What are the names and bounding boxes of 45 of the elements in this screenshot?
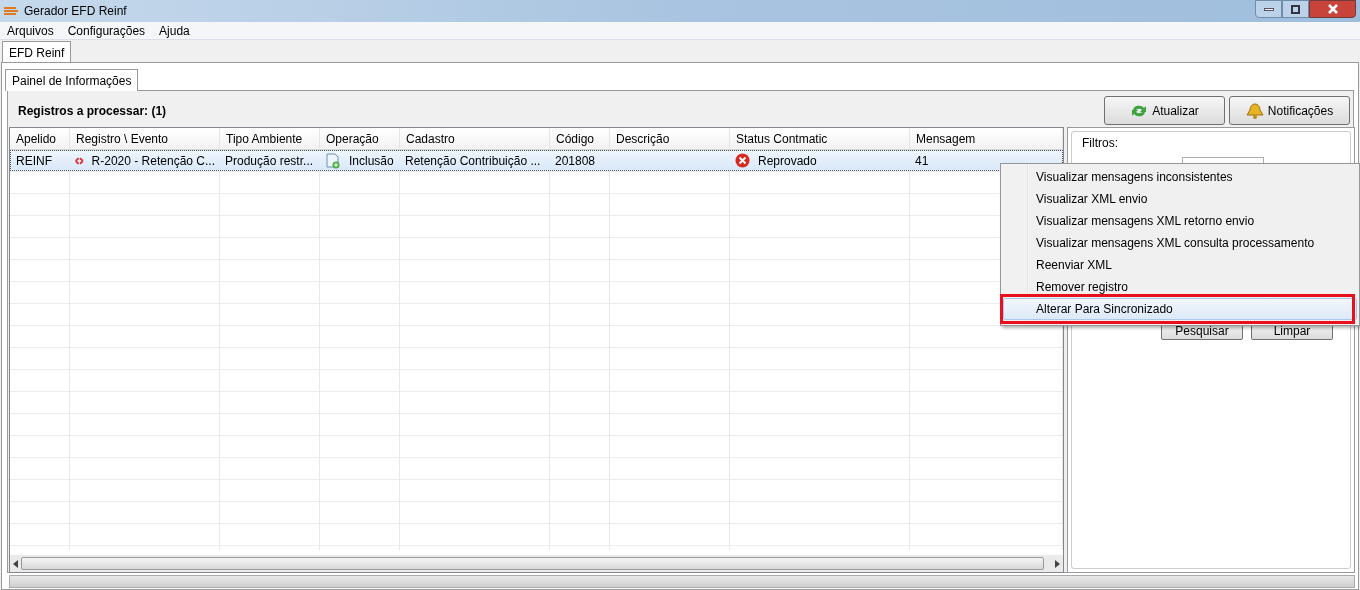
window-title: Gerador EFD Reinf [24, 3, 127, 20]
error-icon [735, 153, 750, 168]
document-add-icon [325, 152, 341, 169]
table-cell-text: R-2020 - Retenção C... [91, 152, 215, 170]
minimize-button[interactable] [1255, 0, 1282, 18]
restore-button[interactable] [1282, 0, 1309, 18]
menu-item[interactable]: Reenviar XML [1003, 254, 1357, 276]
table-cell-text: 41 [915, 152, 929, 170]
table-cell-text: Produção restr... [225, 152, 314, 170]
section-heading: Registros a processar: (1) [18, 103, 167, 120]
table-cell-text: REINF [16, 152, 52, 170]
column-header[interactable]: Apelido [10, 128, 70, 149]
column-header[interactable]: Código [550, 128, 610, 149]
event-icon [75, 155, 84, 166]
scroll-right-icon[interactable] [1055, 559, 1060, 568]
column-header[interactable]: Status Contmatic [730, 128, 910, 149]
column-header[interactable]: Mensagem [910, 128, 1063, 149]
tab[interactable]: EFD Reinf [2, 41, 72, 63]
menu-item[interactable]: Arquivos [7, 21, 54, 40]
close-button[interactable] [1309, 0, 1356, 18]
close-icon [1326, 4, 1339, 14]
app-icon [4, 5, 20, 17]
menu-item[interactable]: Alterar Para Sincronizado [1003, 298, 1357, 320]
scroll-left-icon[interactable] [13, 559, 18, 568]
menu-item[interactable]: Visualizar mensagens XML retorno envio [1003, 210, 1357, 232]
column-header[interactable]: Descrição [610, 128, 730, 149]
column-header[interactable]: Registro \ Evento [70, 128, 220, 149]
table-cell-text: Inclusão [349, 152, 394, 170]
menu-item[interactable]: Configurações [67, 21, 146, 40]
menu-item[interactable]: Ajuda [159, 21, 190, 40]
table-cell-text: Reprovado [758, 152, 817, 170]
bell-icon [1245, 101, 1264, 120]
menu-item[interactable]: Remover registro [1003, 276, 1357, 298]
tab[interactable]: Painel de Informações [5, 69, 139, 91]
table-row[interactable]: REINF R-2020 - Retenção C... Produção restr... Inclusão Retenção Contribuição ... 201808 Reprovado 41 [10, 150, 1063, 171]
column-header[interactable]: Operação [320, 128, 400, 149]
horizontal-scrollbar[interactable] [10, 555, 1063, 572]
table-cell-text: 201808 [555, 152, 596, 170]
refresh-button[interactable]: Atualizar [1104, 96, 1225, 125]
column-header[interactable]: Cadastro [400, 128, 550, 149]
column-header[interactable]: Tipo Ambiente [220, 128, 320, 149]
notifications-button[interactable]: Notificações [1229, 96, 1350, 125]
menu-item[interactable]: Visualizar XML envio [1003, 188, 1357, 210]
table-cell-text: Retenção Contribuição ... [405, 152, 541, 170]
menu-item[interactable]: Visualizar mensagens XML consulta processamento [1003, 232, 1357, 254]
